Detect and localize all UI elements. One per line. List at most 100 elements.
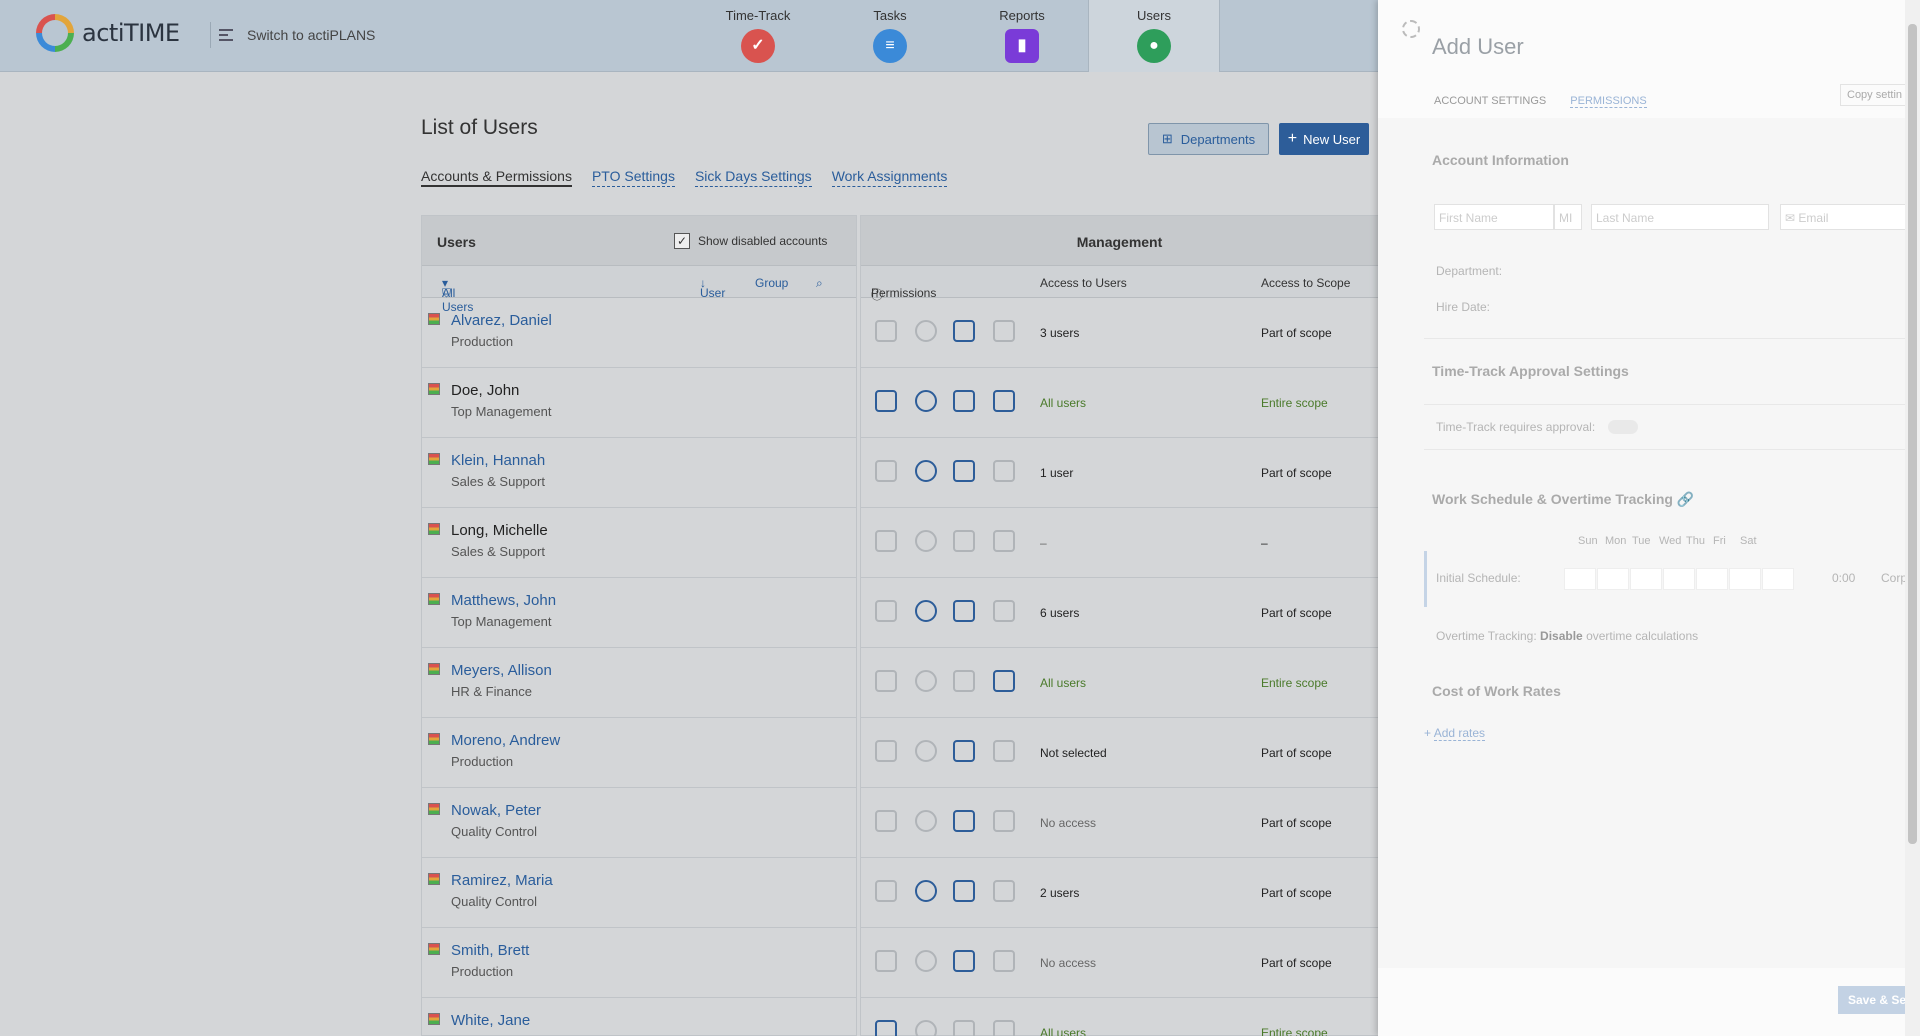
- manage-costs-icon[interactable]: [993, 740, 1015, 762]
- manage-scope-icon[interactable]: [953, 390, 975, 412]
- schedule-day-input[interactable]: [1762, 568, 1794, 590]
- scroll-thumb[interactable]: [1908, 24, 1917, 844]
- access-to-users[interactable]: –: [1040, 536, 1047, 550]
- manage-costs-icon[interactable]: [993, 880, 1015, 902]
- manage-scope-icon[interactable]: [953, 670, 975, 692]
- tab-sick-days-settings[interactable]: Sick Days Settings: [694, 168, 812, 187]
- manage-accounts-icon[interactable]: [875, 670, 897, 692]
- manage-accounts-icon[interactable]: [875, 460, 897, 482]
- schedule-day-input[interactable]: [1696, 568, 1728, 590]
- approve-time-icon[interactable]: [915, 320, 937, 342]
- manage-accounts-icon[interactable]: [875, 880, 897, 902]
- user-name-link[interactable]: Doe, John: [451, 382, 519, 399]
- user-name-link[interactable]: Moreno, Andrew: [451, 732, 560, 749]
- approve-time-icon[interactable]: [915, 1020, 937, 1036]
- first-name-field[interactable]: First Name: [1434, 204, 1554, 230]
- manage-costs-icon[interactable]: [993, 460, 1015, 482]
- manage-costs-icon[interactable]: [993, 600, 1015, 622]
- access-to-scope[interactable]: Part of scope: [1261, 466, 1332, 480]
- approve-time-icon[interactable]: [915, 950, 937, 972]
- schedule-day-input[interactable]: [1597, 568, 1629, 590]
- manage-scope-icon[interactable]: [953, 880, 975, 902]
- approve-time-icon[interactable]: [915, 390, 937, 412]
- approve-time-icon[interactable]: [915, 880, 937, 902]
- manage-costs-icon[interactable]: [993, 810, 1015, 832]
- tab-pto-settings[interactable]: PTO Settings: [591, 168, 675, 187]
- manage-scope-icon[interactable]: [953, 950, 975, 972]
- access-to-scope[interactable]: Part of scope: [1261, 746, 1332, 760]
- user-name-link[interactable]: Ramirez, Maria: [451, 872, 553, 889]
- access-to-users[interactable]: All users: [1040, 676, 1086, 690]
- access-to-scope[interactable]: Part of scope: [1261, 326, 1332, 340]
- user-name-link[interactable]: Nowak, Peter: [451, 802, 541, 819]
- manage-accounts-icon[interactable]: [875, 740, 897, 762]
- access-to-users[interactable]: All users: [1040, 1026, 1086, 1036]
- user-name-link[interactable]: Klein, Hannah: [451, 452, 545, 469]
- nav-users[interactable]: Users ●: [1088, 0, 1220, 72]
- schedule-day-input[interactable]: [1564, 568, 1596, 590]
- manage-costs-icon[interactable]: [993, 1020, 1015, 1036]
- access-to-scope[interactable]: Entire scope: [1261, 396, 1328, 410]
- manage-accounts-icon[interactable]: [875, 1020, 897, 1036]
- nav-reports[interactable]: Reports ▮: [956, 0, 1088, 72]
- access-to-users[interactable]: No access: [1040, 956, 1096, 970]
- manage-accounts-icon[interactable]: [875, 810, 897, 832]
- manage-accounts-icon[interactable]: [875, 530, 897, 552]
- access-to-users[interactable]: 6 users: [1040, 606, 1079, 620]
- manage-scope-icon[interactable]: [953, 320, 975, 342]
- manage-costs-icon[interactable]: [993, 390, 1015, 412]
- add-rates-link[interactable]: + Add rates: [1424, 726, 1486, 741]
- approve-time-icon[interactable]: [915, 670, 937, 692]
- access-to-scope[interactable]: Part of scope: [1261, 956, 1332, 970]
- user-name-link[interactable]: Alvarez, Daniel: [451, 312, 552, 329]
- filter-all-users[interactable]: ⛉ All Users ▾: [442, 276, 473, 314]
- new-user-button[interactable]: + New User: [1279, 123, 1369, 155]
- email-field[interactable]: ✉ Email: [1780, 204, 1920, 230]
- show-disabled-checkbox[interactable]: ✓ Show disabled accounts: [674, 233, 827, 249]
- access-to-users[interactable]: 2 users: [1040, 886, 1079, 900]
- manage-scope-icon[interactable]: [953, 1020, 975, 1036]
- access-to-scope[interactable]: Part of scope: [1261, 886, 1332, 900]
- schedule-day-input[interactable]: [1663, 568, 1695, 590]
- manage-scope-icon[interactable]: [953, 740, 975, 762]
- schedule-day-input[interactable]: [1630, 568, 1662, 590]
- access-to-users[interactable]: All users: [1040, 396, 1086, 410]
- tab-work-assignments[interactable]: Work Assignments: [831, 168, 948, 187]
- manage-accounts-icon[interactable]: [875, 600, 897, 622]
- overtime-value[interactable]: Disable: [1540, 629, 1583, 643]
- tab-permissions[interactable]: PERMISSIONS: [1570, 95, 1647, 108]
- app-logo[interactable]: actiTIME: [36, 14, 180, 52]
- approve-time-icon[interactable]: [915, 460, 937, 482]
- user-name-link[interactable]: Smith, Brett: [451, 942, 529, 959]
- middle-initial-field[interactable]: MI: [1554, 204, 1582, 230]
- manage-scope-icon[interactable]: [953, 460, 975, 482]
- tab-accounts-permissions[interactable]: Accounts & Permissions: [421, 168, 572, 187]
- manage-scope-icon[interactable]: [953, 600, 975, 622]
- access-to-scope[interactable]: Entire scope: [1261, 1026, 1328, 1036]
- manage-accounts-icon[interactable]: [875, 390, 897, 412]
- manage-costs-icon[interactable]: [993, 670, 1015, 692]
- manage-costs-icon[interactable]: [993, 320, 1015, 342]
- approve-time-icon[interactable]: [915, 530, 937, 552]
- approve-time-icon[interactable]: [915, 600, 937, 622]
- schedule-day-input[interactable]: [1729, 568, 1761, 590]
- approve-time-icon[interactable]: [915, 740, 937, 762]
- manage-scope-icon[interactable]: [953, 530, 975, 552]
- approve-time-icon[interactable]: [915, 810, 937, 832]
- scrollbar[interactable]: [1905, 0, 1920, 1036]
- nav-time-track[interactable]: Time-Track ✓: [692, 0, 824, 72]
- access-to-users[interactable]: 1 user: [1040, 466, 1073, 480]
- tab-account-settings[interactable]: ACCOUNT SETTINGS: [1434, 95, 1546, 108]
- search-icon[interactable]: ⌕: [816, 276, 823, 291]
- user-name-link[interactable]: Long, Michelle: [451, 522, 548, 539]
- departments-button[interactable]: ⊞ Departments: [1148, 123, 1269, 155]
- sort-user[interactable]: User ↓: [700, 276, 725, 300]
- manage-costs-icon[interactable]: [993, 530, 1015, 552]
- user-name-link[interactable]: White, Jane: [451, 1012, 530, 1029]
- access-to-scope[interactable]: Part of scope: [1261, 816, 1332, 830]
- switch-to-actiplans-link[interactable]: Switch to actiPLANS: [210, 22, 375, 48]
- access-to-scope[interactable]: –: [1261, 536, 1268, 550]
- access-to-scope[interactable]: Part of scope: [1261, 606, 1332, 620]
- access-to-users[interactable]: 3 users: [1040, 326, 1079, 340]
- link-icon[interactable]: 🔗: [1677, 491, 1694, 507]
